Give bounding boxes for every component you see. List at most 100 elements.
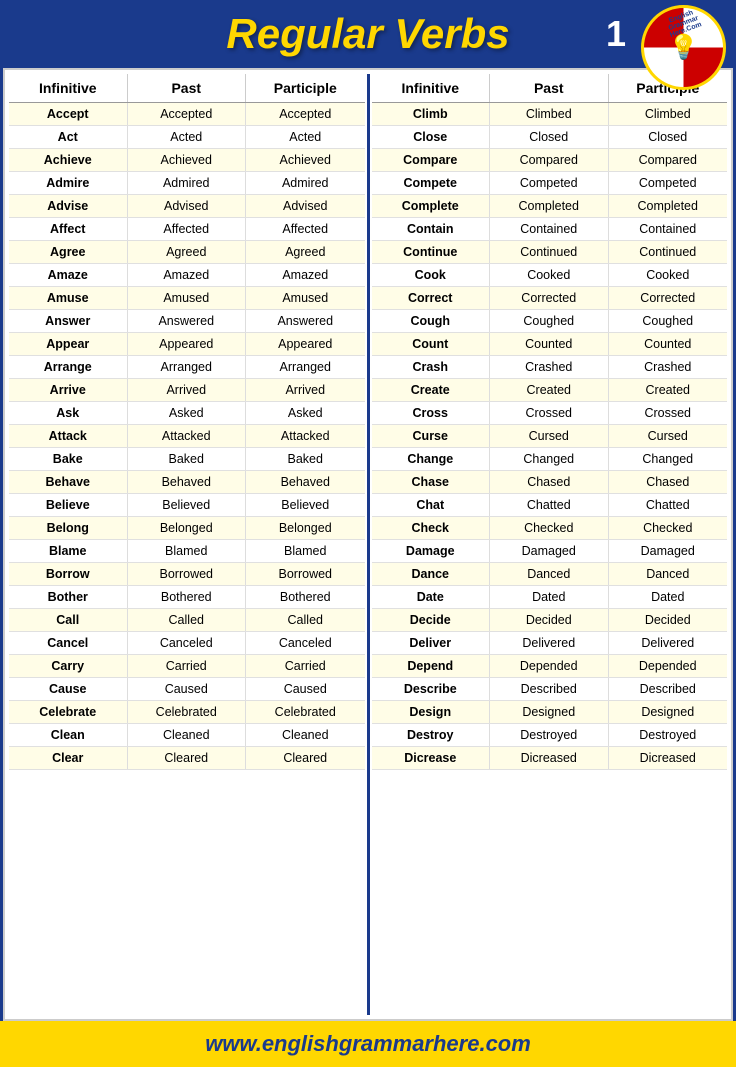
past-cell: Accepted [128,103,247,125]
past-cell: Counted [490,333,609,355]
participle-cell: Asked [246,402,365,424]
table-row: BlameBlamedBlamed [9,540,365,563]
infinitive-cell: Compare [372,149,491,171]
participle-cell: Chased [609,471,728,493]
infinitive-cell: Ask [9,402,128,424]
table-row: ContainContainedContained [372,218,728,241]
participle-cell: Arranged [246,356,365,378]
past-cell: Caused [128,678,247,700]
participle-cell: Caused [246,678,365,700]
participle-cell: Contained [609,218,728,240]
infinitive-cell: Appear [9,333,128,355]
infinitive-cell: Act [9,126,128,148]
past-cell: Cooked [490,264,609,286]
past-cell: Belonged [128,517,247,539]
table-row: CorrectCorrectedCorrected [372,287,728,310]
infinitive-cell: Chase [372,471,491,493]
past-cell: Created [490,379,609,401]
infinitive-cell: Depend [372,655,491,677]
participle-cell: Belonged [246,517,365,539]
infinitive-cell: Create [372,379,491,401]
infinitive-cell: Attack [9,425,128,447]
table-row: CancelCanceledCanceled [9,632,365,655]
past-cell: Chased [490,471,609,493]
participle-cell: Damaged [609,540,728,562]
participle-cell: Competed [609,172,728,194]
past-cell: Amused [128,287,247,309]
left-table-body: AcceptAcceptedAcceptedActActedActedAchie… [9,103,365,770]
table-row: BotherBotheredBothered [9,586,365,609]
table-row: CloseClosedClosed [372,126,728,149]
past-cell: Answered [128,310,247,332]
infinitive-cell: Crash [372,356,491,378]
past-cell: Agreed [128,241,247,263]
infinitive-cell: Bother [9,586,128,608]
past-cell: Climbed [490,103,609,125]
participle-cell: Climbed [609,103,728,125]
infinitive-cell: Deliver [372,632,491,654]
table-row: AcceptAcceptedAccepted [9,103,365,126]
table-row: ClimbClimbedClimbed [372,103,728,126]
past-cell: Achieved [128,149,247,171]
table-row: CurseCursedCursed [372,425,728,448]
infinitive-cell: Design [372,701,491,723]
past-cell: Contained [490,218,609,240]
participle-cell: Amused [246,287,365,309]
infinitive-cell: Contain [372,218,491,240]
table-row: CompleteCompletedCompleted [372,195,728,218]
table-row: DamageDamagedDamaged [372,540,728,563]
participle-cell: Attacked [246,425,365,447]
left-col-past: Past [128,74,247,102]
past-cell: Damaged [490,540,609,562]
past-cell: Competed [490,172,609,194]
infinitive-cell: Change [372,448,491,470]
past-cell: Acted [128,126,247,148]
infinitive-cell: Describe [372,678,491,700]
participle-cell: Dated [609,586,728,608]
participle-cell: Checked [609,517,728,539]
table-row: BakeBakedBaked [9,448,365,471]
infinitive-cell: Call [9,609,128,631]
participle-cell: Blamed [246,540,365,562]
infinitive-cell: Close [372,126,491,148]
table-row: ChatChattedChatted [372,494,728,517]
table-row: AttackAttackedAttacked [9,425,365,448]
table-row: ActActedActed [9,126,365,149]
table-row: DateDatedDated [372,586,728,609]
infinitive-cell: Clear [9,747,128,769]
past-cell: Amazed [128,264,247,286]
table-row: CookCookedCooked [372,264,728,287]
infinitive-cell: Arrange [9,356,128,378]
participle-cell: Borrowed [246,563,365,585]
table-row: CoughCoughedCoughed [372,310,728,333]
infinitive-cell: Advise [9,195,128,217]
infinitive-cell: Amuse [9,287,128,309]
participle-cell: Advised [246,195,365,217]
infinitive-cell: Continue [372,241,491,263]
participle-cell: Carried [246,655,365,677]
participle-cell: Danced [609,563,728,585]
table-row: ArriveArrivedArrived [9,379,365,402]
participle-cell: Described [609,678,728,700]
past-cell: Cleaned [128,724,247,746]
footer-url: www.englishgrammarhere.com [10,1031,726,1057]
past-cell: Advised [128,195,247,217]
participle-cell: Cooked [609,264,728,286]
infinitive-cell: Borrow [9,563,128,585]
infinitive-cell: Date [372,586,491,608]
past-cell: Dicreased [490,747,609,769]
participle-cell: Answered [246,310,365,332]
infinitive-cell: Bake [9,448,128,470]
participle-cell: Behaved [246,471,365,493]
table-row: CarryCarriedCarried [9,655,365,678]
infinitive-cell: Admire [9,172,128,194]
past-cell: Asked [128,402,247,424]
infinitive-cell: Check [372,517,491,539]
past-cell: Crashed [490,356,609,378]
infinitive-cell: Achieve [9,149,128,171]
table-row: ChangeChangedChanged [372,448,728,471]
infinitive-cell: Cancel [9,632,128,654]
infinitive-cell: Curse [372,425,491,447]
right-table: Infinitive Past Participle ClimbClimbedC… [372,74,728,1015]
past-cell: Designed [490,701,609,723]
